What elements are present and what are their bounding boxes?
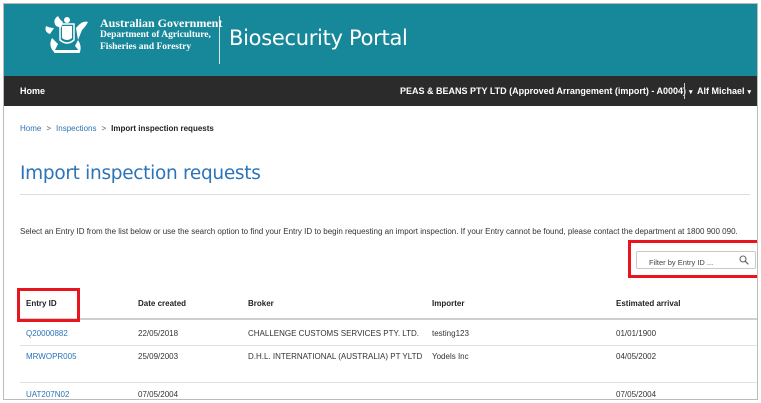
- broker-cell: D.H.L. INTERNATIONAL (AUSTRALIA) PT YLTD: [248, 352, 423, 361]
- intro-text: Select an Entry ID from the list below o…: [20, 227, 738, 236]
- column-header-estimated-arrival[interactable]: Estimated arrival: [616, 299, 680, 308]
- page-title: Import inspection requests: [20, 163, 261, 184]
- department-line-1: Department of Agriculture,: [100, 30, 211, 40]
- top-nav-bar: Home PEAS & BEANS PTY LTD (Approved Arra…: [4, 76, 757, 106]
- column-header-broker[interactable]: Broker: [248, 299, 426, 308]
- table-row: Q20000882 22/05/2018 CHALLENGE CUSTOMS S…: [20, 322, 757, 346]
- estimated-arrival-cell: 01/01/1900: [616, 329, 657, 338]
- user-name: Alf Michael: [697, 86, 745, 96]
- organisation-label: PEAS & BEANS PTY LTD (Approved Arrangeme…: [400, 86, 687, 96]
- user-menu-dropdown[interactable]: Alf Michael ▾: [697, 86, 751, 96]
- date-created-cell: 25/09/2003: [138, 352, 179, 361]
- column-header-date-created[interactable]: Date created: [138, 299, 186, 308]
- entry-id-highlight-box: [17, 288, 80, 322]
- column-header-importer[interactable]: Importer: [432, 299, 464, 308]
- table-row: UAT207N02 07/05/2004 07/05/2004: [20, 383, 757, 399]
- entry-id-link[interactable]: UAT207N02: [26, 389, 69, 399]
- table-header: Entry ID Date created Broker Importer Es…: [20, 290, 757, 320]
- coat-of-arms-logo: [45, 16, 88, 53]
- estimated-arrival-cell: 07/05/2004: [616, 390, 657, 399]
- estimated-arrival-cell: 04/05/2002: [616, 352, 657, 361]
- browser-frame: Australian Government Department of Agri…: [3, 3, 758, 400]
- date-created-cell: 22/05/2018: [138, 329, 179, 338]
- breadcrumb-home[interactable]: Home: [20, 124, 41, 133]
- importer-cell: testing123: [432, 329, 469, 338]
- table-row: MRWOPR005 25/09/2003 D.H.L. INTERNATIONA…: [20, 346, 757, 383]
- entry-id-link[interactable]: MRWOPR005: [26, 351, 77, 363]
- breadcrumb-separator: >: [46, 124, 52, 133]
- date-created-cell: 07/05/2004: [138, 390, 179, 399]
- broker-cell: CHALLENGE CUSTOMS SERVICES PTY. LTD.: [248, 329, 420, 338]
- government-wordmark: Australian Government Department of Agri…: [100, 17, 222, 53]
- breadcrumb-current: Import inspection requests: [111, 124, 214, 133]
- government-title: Australian Government: [100, 16, 223, 30]
- breadcrumb-inspections[interactable]: Inspections: [56, 124, 96, 133]
- breadcrumb-separator: >: [101, 124, 107, 133]
- filter-highlight-box: [628, 240, 757, 278]
- importer-cell: Yodels Inc: [432, 352, 469, 361]
- title-divider: [20, 194, 750, 195]
- header-divider: [219, 16, 220, 64]
- breadcrumb: Home > Inspections > Import inspection reque…: [20, 124, 214, 133]
- nav-separator: [684, 83, 685, 99]
- portal-title[interactable]: Biosecurity Portal: [229, 26, 408, 50]
- chevron-down-icon: ▾: [689, 89, 693, 96]
- department-line-2: Fisheries and Forestry: [100, 42, 192, 52]
- entry-id-link[interactable]: Q20000882: [26, 328, 68, 340]
- organisation-dropdown[interactable]: PEAS & BEANS PTY LTD (Approved Arrangeme…: [400, 86, 693, 96]
- chevron-down-icon: ▾: [747, 89, 752, 96]
- site-header: Australian Government Department of Agri…: [4, 4, 757, 76]
- nav-home-link[interactable]: Home: [20, 86, 45, 96]
